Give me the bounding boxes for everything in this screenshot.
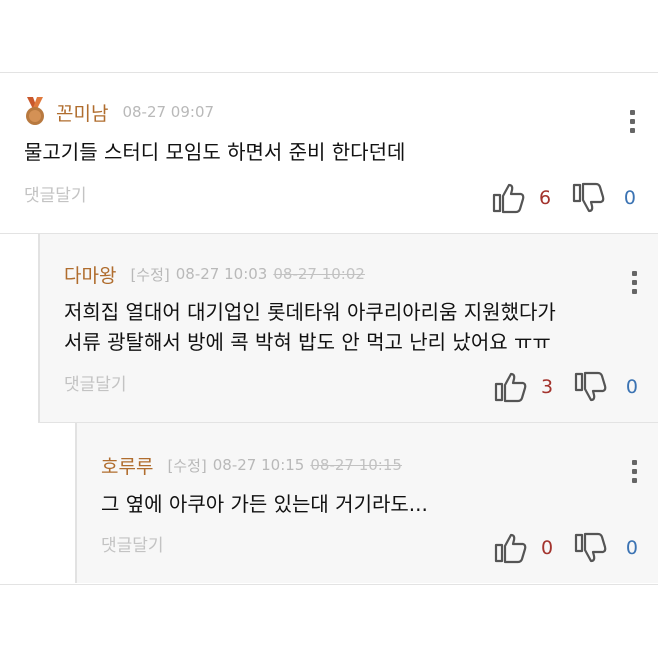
nickname[interactable]: 호루루: [101, 452, 153, 479]
edited-label: [수정]: [167, 456, 207, 475]
original-timestamp: 08-27 10:15: [310, 456, 402, 474]
like-count: 0: [540, 537, 554, 559]
comment-1: 꼰미남 08-27 09:07 물고기들 스터디 모임도 하면서 준비 한다던데…: [0, 73, 658, 233]
timestamp: 08-27 09:07: [122, 103, 215, 121]
thumbs-down-icon[interactable]: [574, 531, 608, 565]
comment-header: 호루루 [수정] 08-27 10:15 08-27 10:15: [101, 450, 402, 480]
more-options-icon[interactable]: [630, 271, 638, 297]
vote-bar: 6 0: [492, 181, 636, 215]
more-options-icon[interactable]: [630, 460, 638, 486]
thumbs-down-icon[interactable]: [574, 370, 608, 404]
reply-button[interactable]: 댓글달기: [64, 370, 127, 395]
comment-text: 저희집 열대어 대기업인 롯데타워 아쿠리아리움 지원했다가 서류 광탈해서 방…: [64, 297, 556, 357]
comment-text: 물고기들 스터디 모임도 하면서 준비 한다던데: [24, 137, 405, 167]
dislike-count: 0: [625, 376, 638, 398]
top-blank-area: [0, 0, 658, 72]
timestamp: 08-27 10:03: [175, 265, 268, 283]
more-options-icon[interactable]: [628, 110, 636, 136]
timestamp: 08-27 10:15: [212, 456, 305, 474]
thumbs-up-icon[interactable]: [494, 370, 528, 404]
comment-line: 물고기들 스터디 모임도 하면서 준비 한다던데: [24, 140, 406, 164]
dislike-count: 0: [623, 187, 636, 209]
like-count: 3: [540, 376, 554, 398]
comment-3: 호루루 [수정] 08-27 10:15 08-27 10:15 그 옆에 아쿠…: [75, 423, 658, 583]
bottom-blank-area: [0, 584, 658, 659]
vote-bar: 0 0: [494, 531, 638, 565]
comment-line: 그 옆에 아쿠아 가든 있는대 거기라도...: [101, 492, 428, 516]
reply-button[interactable]: 댓글달기: [24, 181, 87, 206]
like-count: 6: [538, 187, 552, 209]
comment-text: 그 옆에 아쿠아 가든 있는대 거기라도...: [101, 489, 428, 519]
comment-line: 저희집 열대어 대기업인 롯데타워 아쿠리아리움 지원했다가: [64, 300, 556, 324]
reply-button[interactable]: 댓글달기: [101, 531, 164, 556]
comment-header: 꼰미남 08-27 09:07: [24, 97, 214, 127]
original-timestamp: 08-27 10:02: [273, 265, 365, 283]
vote-bar: 3 0: [494, 370, 638, 404]
nickname[interactable]: 다마왕: [64, 261, 116, 288]
thumbs-up-icon[interactable]: [494, 531, 528, 565]
edited-label: [수정]: [130, 265, 170, 284]
comment-line: 서류 광탈해서 방에 콕 박혀 밥도 안 먹고 난리 났어요 ㅠㅠ: [64, 330, 551, 354]
bronze-medal-icon: [24, 97, 46, 127]
thumbs-up-icon[interactable]: [492, 181, 526, 215]
thumbs-down-icon[interactable]: [572, 181, 606, 215]
nickname[interactable]: 꼰미남: [56, 99, 108, 126]
dislike-count: 0: [625, 537, 638, 559]
comment-2: 다마왕 [수정] 08-27 10:03 08-27 10:02 저희집 열대어…: [38, 234, 658, 422]
comment-header: 다마왕 [수정] 08-27 10:03 08-27 10:02: [64, 259, 365, 289]
